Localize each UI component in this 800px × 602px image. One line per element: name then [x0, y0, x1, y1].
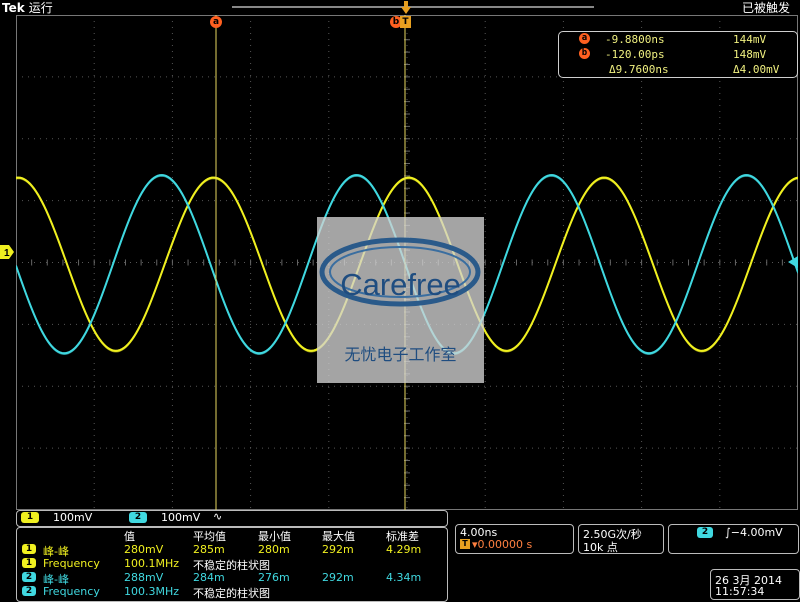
meas-row[interactable]: 2 峰-峰 288mV 284m 276m 292m 4.34m — [17, 571, 447, 586]
trigger-status: 已被触发 — [741, 1, 790, 15]
meas-header-value: 值 — [124, 530, 135, 543]
channel-scale-bar[interactable]: 1 100mV 2 100mV ∿ — [16, 510, 448, 527]
meas-row-name: Frequency — [43, 585, 100, 598]
meas-row-std: 4.34m — [386, 571, 422, 584]
meas-row[interactable]: 1 峰-峰 280mV 285m 280m 292m 4.29m — [17, 543, 447, 558]
cursor-a-marker[interactable]: a — [210, 16, 222, 28]
cursor-delta-volt: Δ4.00mV — [733, 63, 780, 76]
meas-row-std: 4.29m — [386, 543, 422, 556]
cursor-b-row: b -120.00ps 148mV — [559, 48, 797, 62]
cursor-a-marker-label: a — [212, 17, 220, 27]
cursor-delta-time: Δ9.7600ns — [609, 63, 669, 76]
watermark-logo-text: Carefree — [340, 267, 461, 302]
cursor-a-time: -9.8800ns — [605, 33, 665, 46]
cursor-b-volt: 148mV — [733, 48, 767, 61]
trigger-settings[interactable]: 2 ∫−4.00mV — [668, 524, 799, 554]
trigger-level-marker[interactable] — [788, 253, 798, 268]
ch2-scale[interactable]: 100mV — [161, 511, 200, 524]
watermark-subtitle: 无忧电子工作室 — [344, 345, 457, 364]
cursor-b-time: -120.00ps — [605, 48, 665, 61]
cursor-delta-row: Δ9.7600ns Δ4.00mV — [559, 63, 797, 77]
trigger-time-marker[interactable]: T — [400, 16, 411, 28]
ch1-ground-marker[interactable]: 1 — [0, 244, 14, 259]
meas-row-histogram-note: 不稳定的柱状图 — [193, 587, 270, 600]
cursor-a-volt: 144mV — [733, 33, 767, 46]
svg-text:1: 1 — [4, 248, 10, 259]
horizontal-settings[interactable]: 4.00ns T ▾0.00000 s — [455, 524, 574, 554]
record-position-bar[interactable] — [232, 6, 594, 8]
meas-header-min: 最小值 — [258, 530, 291, 543]
horizontal-position[interactable]: ▾0.00000 s — [472, 538, 532, 551]
meas-row-channel: 2 — [22, 586, 36, 596]
time-text: 11:57:34 — [715, 585, 765, 598]
meas-row[interactable]: 1 Frequency 100.1MHz 不稳定的柱状图 — [17, 557, 447, 572]
meas-row-value: 100.1MHz — [124, 557, 180, 570]
trigger-level[interactable]: ∫−4.00mV — [725, 526, 783, 539]
cursor-b-badge: b — [579, 48, 590, 59]
run-state: 运行 — [28, 1, 53, 15]
meas-row-min: 276m — [258, 571, 290, 584]
ch2-badge[interactable]: 2 — [129, 512, 147, 523]
ch1-ground-icon: 1 — [0, 245, 14, 259]
meas-row-mean: 285m — [193, 543, 225, 556]
meas-row-value: 100.3MHz — [124, 585, 180, 598]
trigger-t-icon: T — [460, 539, 470, 549]
meas-row-mean: 284m — [193, 571, 225, 584]
trigger-level-arrow-icon — [788, 256, 798, 268]
acquisition-settings[interactable]: 2.50G次/秒 10k 点 — [578, 524, 664, 554]
measurement-table[interactable]: 值 平均值 最小值 最大值 标准差 1 峰-峰 280mV 285m 280m … — [16, 527, 448, 602]
meas-row-value: 288mV — [124, 571, 164, 584]
cursor-readout[interactable]: a -9.8800ns 144mV b -120.00ps 148mV Δ9.7… — [558, 31, 798, 78]
meas-header-mean: 平均值 — [193, 530, 226, 543]
meas-header-std: 标准差 — [386, 530, 419, 543]
meas-row-name: Frequency — [43, 557, 100, 570]
cursor-a-row: a -9.8800ns 144mV — [559, 33, 797, 47]
meas-row-max: 292m — [322, 543, 354, 556]
trigger-arrow-icon — [401, 1, 411, 14]
meas-row-value: 280mV — [124, 543, 164, 556]
meas-row-channel: 2 — [22, 572, 36, 582]
watermark-logo: Carefree 无忧电子工作室 — [317, 217, 484, 383]
brand-label: Tek 运行 — [2, 0, 53, 16]
cursor-a-badge: a — [579, 33, 590, 44]
trigger-source-badge: 2 — [697, 527, 713, 538]
datetime-display: 26 3月 2014 11:57:34 — [710, 569, 800, 600]
trigger-time-marker-label: T — [402, 17, 409, 27]
meas-row[interactable]: 2 Frequency 100.3MHz 不稳定的柱状图 — [17, 585, 447, 600]
meas-row-channel: 1 — [22, 558, 36, 568]
bandwidth-limit-icon: ∿ — [213, 510, 223, 523]
record-length: 10k 点 — [583, 541, 618, 554]
meas-row-min: 280m — [258, 543, 290, 556]
meas-row-channel: 1 — [22, 544, 36, 554]
brand-text: Tek — [2, 1, 25, 15]
meas-row-max: 292m — [322, 571, 354, 584]
ch1-scale[interactable]: 100mV — [53, 511, 92, 524]
meas-header-max: 最大值 — [322, 530, 355, 543]
trigger-position-marker[interactable] — [401, 0, 411, 14]
cursor-b-marker-label: b — [392, 17, 400, 27]
ch1-badge[interactable]: 1 — [21, 512, 39, 523]
